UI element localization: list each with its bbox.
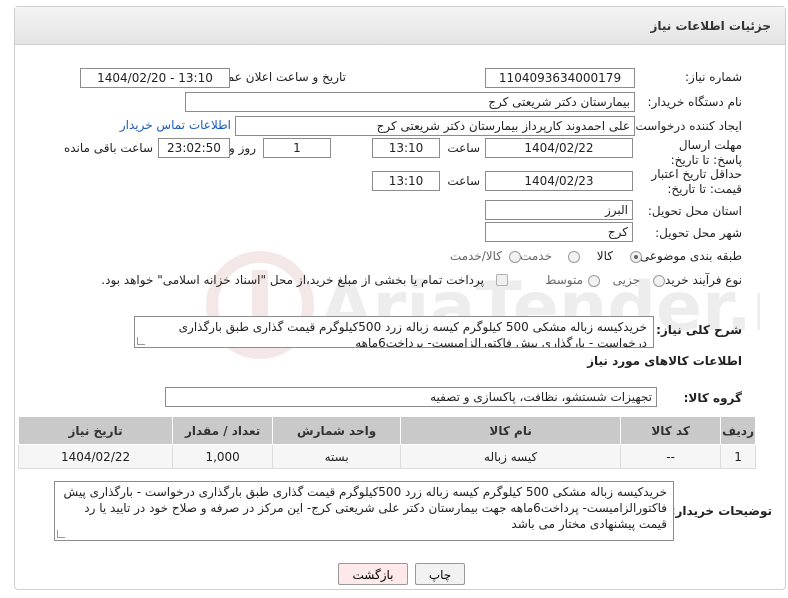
column-header-quantity: تعداد / مقدار xyxy=(172,416,274,445)
city-field: کرج xyxy=(485,222,633,242)
process-radio-minor[interactable] xyxy=(653,275,665,287)
validity-time-label: ساعت xyxy=(447,174,480,188)
category-option-goods: کالا xyxy=(596,249,613,263)
column-header-row-number: ردیف xyxy=(720,416,756,445)
category-label: طبقه بندی موضوعی: xyxy=(635,249,742,263)
process-option-minor: جزیی xyxy=(612,273,640,287)
process-option-medium: متوسط xyxy=(545,273,583,287)
summary-field: خریدکیسه زباله مشکی 500 کیلوگرم کیسه زبا… xyxy=(134,316,654,348)
process-label: نوع فرآیند خرید : xyxy=(657,273,742,287)
print-button[interactable]: چاپ xyxy=(415,563,465,585)
cell-code: -- xyxy=(620,444,722,469)
category-radio-goods[interactable] xyxy=(630,251,642,263)
treasury-note: پرداخت تمام یا بخشی از مبلغ خرید،از محل … xyxy=(101,273,484,287)
deadline-time-label: ساعت xyxy=(447,141,480,155)
goods-group-field: تجهیزات شستشو، نظافت، پاکسازی و تصفیه xyxy=(165,387,657,407)
need-number-field: 1104093634000179 xyxy=(485,68,635,88)
province-label: استان محل تحویل: xyxy=(647,204,742,218)
buyer-org-label: نام دستگاه خریدار: xyxy=(647,95,743,109)
category-radio-service[interactable] xyxy=(568,251,580,263)
buyer-notes-label: توضیحات خریدار: xyxy=(670,504,772,518)
category-radio-goods-service[interactable] xyxy=(509,251,521,263)
goods-section-title: اطلاعات کالاهای مورد نیاز xyxy=(587,354,742,368)
deadline-time-field: 13:10 xyxy=(372,138,440,158)
resize-handle-icon[interactable] xyxy=(57,530,65,538)
goods-table: ردیف کد کالا نام کالا واحد شمارش تعداد /… xyxy=(17,416,756,469)
category-option-service: خدمت xyxy=(520,249,552,263)
cell-need-date: 1404/02/22 xyxy=(17,444,174,469)
buyer-org-field: بیمارستان دکتر شریعتی کرج xyxy=(185,92,635,112)
creator-field: علی احمدوند کارپرداز بیمارستان دکتر شریع… xyxy=(235,116,635,136)
validity-date-field: 1404/02/23 xyxy=(485,171,633,191)
summary-label: شرح کلی نیاز: xyxy=(656,323,742,337)
validity-label: حداقل تاریخ اعتبار قیمت: تا تاریخ: xyxy=(651,167,742,196)
column-header-name: نام کالا xyxy=(400,416,622,445)
remaining-time-label: ساعت باقی مانده xyxy=(63,141,153,155)
days-label: روز و xyxy=(229,141,256,155)
validity-time-field: 13:10 xyxy=(372,171,440,191)
goods-group-label: گروه کالا: xyxy=(683,391,742,405)
column-header-unit: واحد شمارش xyxy=(272,416,402,445)
need-number-label: شماره نیاز: xyxy=(685,70,742,84)
back-button[interactable]: بازگشت xyxy=(338,563,408,585)
remaining-time-field: 23:02:50 xyxy=(158,138,230,158)
cell-unit: بسته xyxy=(272,444,402,469)
column-header-code: کد کالا xyxy=(620,416,722,445)
resize-handle-icon[interactable] xyxy=(137,337,145,345)
announce-field: 1404/02/20 - 13:10 xyxy=(80,68,230,88)
table-row: 1 -- کیسه زباله بسته 1,000 1404/02/22 xyxy=(17,444,756,469)
province-field: البرز xyxy=(485,200,633,220)
creator-label: ایجاد کننده درخواست: xyxy=(631,119,742,133)
category-option-goods-service: کالا/خدمت xyxy=(449,249,502,263)
treasury-checkbox[interactable] xyxy=(496,274,508,286)
city-label: شهر محل تحویل: xyxy=(655,226,742,240)
buyer-notes-text: خریدکیسه زباله مشکی 500 کیلوگرم کیسه زبا… xyxy=(63,485,667,531)
days-field: 1 xyxy=(263,138,331,158)
buyer-notes-field: خریدکیسه زباله مشکی 500 کیلوگرم کیسه زبا… xyxy=(54,481,674,541)
deadline-label: مهلت ارسال پاسخ: تا تاریخ: xyxy=(670,138,742,167)
process-radio-medium[interactable] xyxy=(588,275,600,287)
deadline-date-field: 1404/02/22 xyxy=(485,138,633,158)
cell-row-number: 1 xyxy=(720,444,756,469)
cell-quantity: 1,000 xyxy=(172,444,274,469)
summary-text: خریدکیسه زباله مشکی 500 کیلوگرم کیسه زبا… xyxy=(178,320,647,348)
panel-title: جزئیات اطلاعات نیاز xyxy=(15,7,785,45)
cell-name: کیسه زباله xyxy=(400,444,622,469)
column-header-need-date: تاریخ نیاز xyxy=(17,416,174,445)
contact-info-link[interactable]: اطلاعات تماس خریدار xyxy=(120,118,231,132)
